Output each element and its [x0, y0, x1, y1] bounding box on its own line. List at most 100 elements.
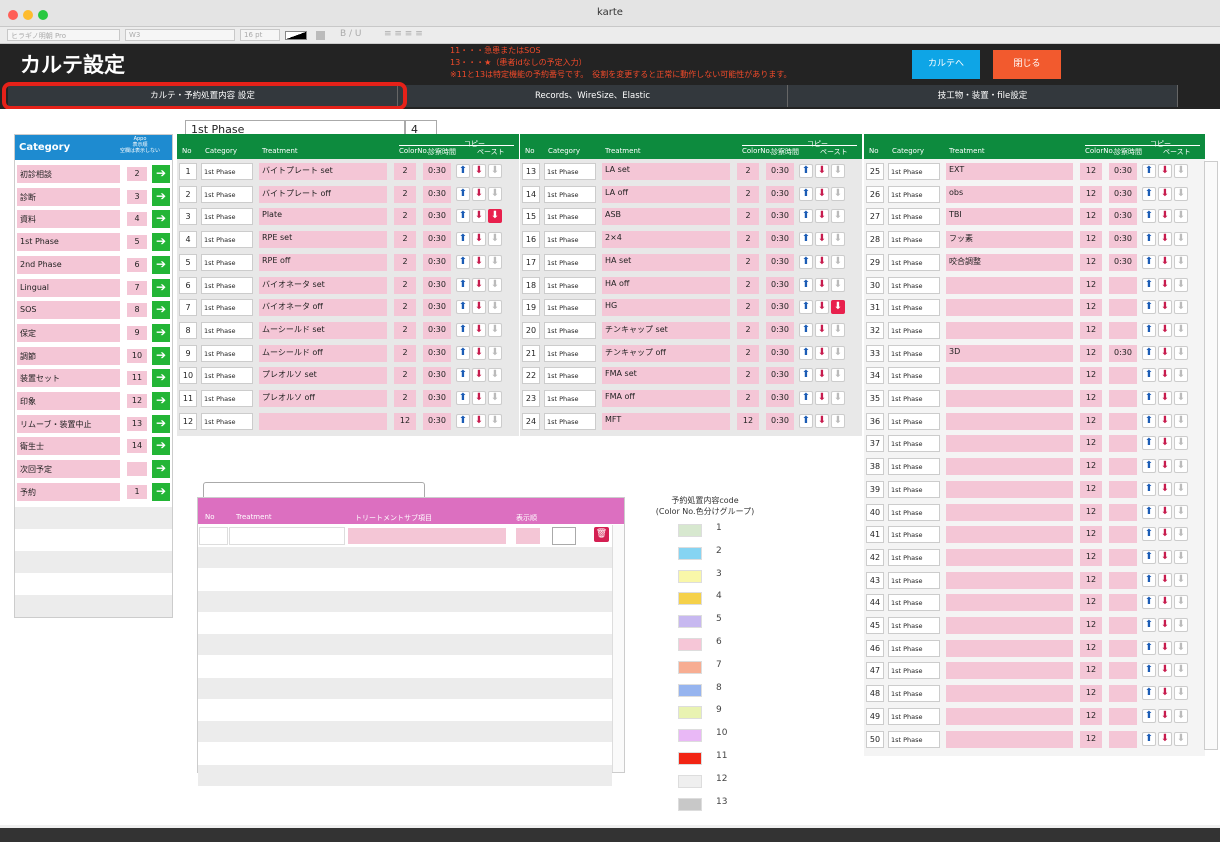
row-time-field[interactable]: 0:30 — [423, 253, 451, 271]
row-no-field[interactable]: 45 — [866, 617, 884, 634]
category-label[interactable]: 2nd Phase — [17, 255, 120, 274]
upload-icon[interactable]: ⬆ — [799, 254, 813, 269]
category-label[interactable]: 診断 — [17, 187, 120, 206]
paste-icon[interactable]: ⬇ — [488, 413, 502, 428]
row-time-field[interactable]: 0:30 — [423, 321, 451, 339]
upload-icon[interactable]: ⬆ — [456, 413, 470, 428]
row-category-field[interactable]: 1st Phase — [888, 185, 940, 203]
row-no-field[interactable]: 11 — [179, 390, 197, 407]
download-icon[interactable]: ⬇ — [472, 277, 486, 292]
upload-icon[interactable]: ⬆ — [1142, 254, 1156, 269]
paste-icon[interactable]: ⬇ — [488, 209, 502, 224]
row-treatment-field[interactable]: 3D — [946, 344, 1073, 362]
row-time-field[interactable] — [1109, 435, 1137, 453]
row-time-field[interactable]: 0:30 — [1109, 185, 1137, 203]
row-no-field[interactable]: 8 — [179, 321, 197, 339]
row-time-field[interactable]: 0:30 — [423, 390, 451, 407]
row-category-field[interactable]: 1st Phase — [888, 231, 940, 249]
category-order-field[interactable]: 3 — [127, 189, 147, 204]
upload-icon[interactable]: ⬆ — [1142, 300, 1156, 315]
download-icon[interactable]: ⬇ — [1158, 595, 1172, 610]
arrow-right-icon[interactable]: ➔ — [152, 460, 170, 479]
row-time-field[interactable]: 0:30 — [423, 299, 451, 317]
text-style-buttons[interactable]: B / U — [340, 29, 362, 39]
download-icon[interactable]: ⬇ — [1158, 663, 1172, 678]
upload-icon[interactable]: ⬆ — [456, 368, 470, 383]
row-treatment-field[interactable]: FMA set — [602, 367, 730, 385]
arrow-right-icon[interactable]: ➔ — [152, 165, 170, 183]
row-color-field[interactable]: 12 — [1080, 390, 1102, 407]
row-no-field[interactable]: 15 — [522, 208, 540, 226]
category-label[interactable]: 印象 — [17, 392, 120, 410]
row-time-field[interactable]: 0:30 — [423, 231, 451, 249]
row-color-field[interactable]: 12 — [1080, 730, 1102, 748]
row-time-field[interactable] — [1109, 730, 1137, 748]
paste-icon[interactable]: ⬇ — [831, 322, 845, 337]
row-no-field[interactable]: 37 — [866, 435, 884, 453]
row-no-field[interactable]: 1 — [179, 163, 197, 180]
row-color-field[interactable]: 2 — [394, 185, 416, 203]
paste-icon[interactable]: ⬇ — [1174, 459, 1188, 474]
row-no-field[interactable]: 48 — [866, 685, 884, 703]
upload-icon[interactable]: ⬆ — [799, 277, 813, 292]
row-color-field[interactable]: 12 — [1080, 299, 1102, 317]
row-time-field[interactable] — [1109, 617, 1137, 634]
category-order-field[interactable]: 8 — [127, 303, 147, 318]
row-color-field[interactable]: 2 — [394, 231, 416, 249]
row-time-field[interactable] — [1109, 548, 1137, 566]
row-no-field[interactable]: 23 — [522, 390, 540, 407]
download-icon[interactable]: ⬇ — [1158, 686, 1172, 701]
category-label[interactable]: 保定 — [17, 323, 120, 342]
row-treatment-field[interactable]: バイトプレート set — [259, 163, 387, 180]
arrow-right-icon[interactable]: ➔ — [152, 392, 170, 410]
upload-icon[interactable]: ⬆ — [456, 277, 470, 292]
category-order-field[interactable]: 10 — [127, 348, 147, 363]
grid-scrollbar[interactable] — [1204, 161, 1218, 750]
paste-icon[interactable]: ⬇ — [831, 277, 845, 292]
upload-icon[interactable]: ⬆ — [1142, 663, 1156, 678]
row-no-field[interactable]: 24 — [522, 412, 540, 430]
row-time-field[interactable] — [1109, 685, 1137, 703]
upload-icon[interactable]: ⬆ — [1142, 186, 1156, 201]
row-no-field[interactable]: 20 — [522, 321, 540, 339]
row-no-field[interactable]: 41 — [866, 526, 884, 544]
download-icon[interactable]: ⬇ — [472, 322, 486, 337]
row-category-field[interactable]: 1st Phase — [888, 730, 940, 748]
upload-icon[interactable]: ⬆ — [799, 391, 813, 405]
row-time-field[interactable] — [1109, 503, 1137, 521]
row-category-field[interactable]: 1st Phase — [201, 253, 253, 271]
paste-icon[interactable]: ⬇ — [1174, 481, 1188, 496]
paste-icon[interactable]: ⬇ — [1174, 300, 1188, 315]
row-color-field[interactable]: 2 — [737, 253, 759, 271]
upload-icon[interactable]: ⬆ — [1142, 731, 1156, 746]
row-treatment-field[interactable] — [946, 480, 1073, 498]
paste-icon[interactable]: ⬇ — [1174, 595, 1188, 610]
row-category-field[interactable]: 1st Phase — [888, 662, 940, 680]
row-time-field[interactable]: 0:30 — [766, 276, 794, 294]
upload-icon[interactable]: ⬆ — [799, 368, 813, 383]
download-icon[interactable]: ⬇ — [1158, 527, 1172, 542]
row-treatment-field[interactable]: ASB — [602, 208, 730, 226]
upload-icon[interactable]: ⬆ — [1142, 413, 1156, 428]
upload-icon[interactable]: ⬆ — [456, 345, 470, 360]
category-label[interactable]: Lingual — [17, 278, 120, 297]
row-color-field[interactable]: 2 — [394, 390, 416, 407]
row-no-field[interactable]: 34 — [866, 367, 884, 385]
paste-icon[interactable]: ⬇ — [1174, 663, 1188, 678]
category-label[interactable]: リムーブ・装置中止 — [17, 414, 120, 433]
karte-button[interactable]: カルテへ — [912, 50, 980, 79]
paste-icon[interactable]: ⬇ — [1174, 345, 1188, 360]
row-no-field[interactable]: 49 — [866, 707, 884, 725]
row-treatment-field[interactable] — [946, 276, 1073, 294]
row-color-field[interactable]: 12 — [1080, 367, 1102, 385]
row-treatment-field[interactable] — [946, 571, 1073, 589]
row-treatment-field[interactable] — [946, 526, 1073, 544]
row-no-field[interactable]: 27 — [866, 208, 884, 226]
row-color-field[interactable]: 12 — [1080, 412, 1102, 430]
category-label[interactable]: 衛生士 — [17, 437, 120, 456]
paste-icon[interactable]: ⬇ — [1174, 232, 1188, 247]
row-category-field[interactable]: 1st Phase — [888, 548, 940, 566]
row-color-field[interactable]: 12 — [1080, 480, 1102, 498]
row-color-field[interactable]: 12 — [1080, 617, 1102, 634]
row-treatment-field[interactable] — [946, 412, 1073, 430]
